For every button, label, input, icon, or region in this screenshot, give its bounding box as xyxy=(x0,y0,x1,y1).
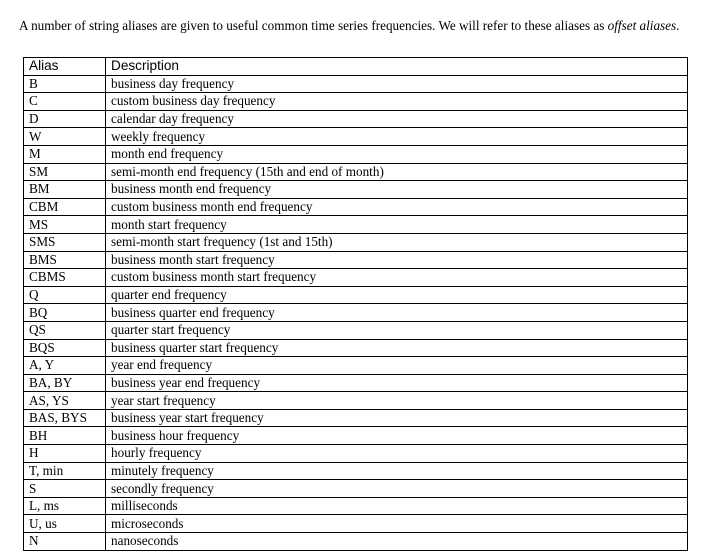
table-row: Wweekly frequency xyxy=(23,127,688,146)
table-row: Dcalendar day frequency xyxy=(23,109,688,129)
alias-cell: AS, YS xyxy=(23,391,106,410)
description-cell: business quarter start frequency xyxy=(105,338,688,358)
table-row: T, min minutely frequency xyxy=(23,461,688,481)
table-row: BAS, BYS business year start frequency xyxy=(23,408,688,428)
alias-cell: CBM xyxy=(23,197,106,217)
table-row: Qquarter end frequency xyxy=(23,285,688,305)
alias-cell: S xyxy=(23,479,106,498)
table-row: Ccustom business day frequency xyxy=(23,92,688,111)
table-row: CBM custom business month end frequency xyxy=(23,197,688,217)
intro-text-end: . xyxy=(676,18,680,34)
table-row: BH business hour frequency xyxy=(23,426,688,446)
description-cell: business month start frequency xyxy=(105,250,688,270)
alias-cell: N xyxy=(23,532,106,551)
description-cell: year start frequency xyxy=(105,391,688,410)
table-header-row: Alias Description xyxy=(23,57,688,76)
alias-cell: T, min xyxy=(23,461,106,481)
alias-cell: BQS xyxy=(23,338,106,358)
description-cell: semi-month start frequency (1st and 15th… xyxy=(105,232,688,252)
table-row: BQ business quarter end frequency xyxy=(23,303,688,322)
table-row: U, us microseconds xyxy=(23,514,688,534)
alias-cell: BAS, BYS xyxy=(23,408,106,428)
table-row: SMS semi-month start frequency (1st and 1… xyxy=(23,232,688,252)
table-row: CBMS custom business month start frequenc… xyxy=(23,268,688,287)
alias-cell: SMS xyxy=(23,232,106,252)
table-row: L, ms milliseconds xyxy=(23,496,688,516)
description-cell: quarter end frequency xyxy=(105,285,688,305)
description-cell: weekly frequency xyxy=(105,127,688,146)
table-row: AS, YS year start frequency xyxy=(23,391,688,410)
description-cell: business year start frequency xyxy=(105,408,688,428)
alias-cell: A, Y xyxy=(23,356,106,375)
table-row: Ssecondly frequency xyxy=(23,479,688,498)
intro-emphasis: offset aliases xyxy=(607,18,677,34)
alias-cell: Q xyxy=(23,285,106,305)
table-row: BM business month end frequency xyxy=(23,180,688,199)
alias-column-header: Alias xyxy=(23,57,106,76)
alias-cell: MS xyxy=(23,215,106,234)
description-cell: month start frequency xyxy=(105,215,688,234)
alias-cell: W xyxy=(23,127,106,146)
description-cell: business quarter end frequency xyxy=(105,303,688,322)
alias-cell: B xyxy=(23,74,106,94)
description-cell: semi-month end frequency (15th and end o… xyxy=(105,162,688,182)
alias-cell: BMS xyxy=(23,250,106,270)
description-cell: custom business day frequency xyxy=(105,92,688,111)
description-cell: custom business month start frequency xyxy=(105,268,688,287)
description-cell: microseconds xyxy=(105,514,688,534)
offset-aliases-table: Alias Description Bbusiness day frequenc… xyxy=(23,57,688,551)
table-row: Nnanoseconds xyxy=(23,532,688,551)
alias-cell: D xyxy=(23,109,106,129)
description-cell: business day frequency xyxy=(105,74,688,94)
alias-cell: SM xyxy=(23,162,106,182)
alias-cell: BH xyxy=(23,426,106,446)
table-row: A, Yyear end frequency xyxy=(23,356,688,375)
description-cell: nanoseconds xyxy=(105,532,688,551)
description-cell: year end frequency xyxy=(105,356,688,375)
alias-cell: H xyxy=(23,444,106,463)
description-cell: quarter start frequency xyxy=(105,320,688,340)
table-body: Bbusiness day frequency Ccustom business … xyxy=(23,74,688,551)
table-row: BMS business month start frequency xyxy=(23,250,688,270)
alias-cell: L, ms xyxy=(23,496,106,516)
alias-cell: CBMS xyxy=(23,268,106,287)
description-cell: secondly frequency xyxy=(105,479,688,498)
intro-text: A number of string aliases are given to … xyxy=(19,18,608,34)
table-row: MS month start frequency xyxy=(23,215,688,234)
alias-cell: QS xyxy=(23,320,106,340)
description-cell: month end frequency xyxy=(105,144,688,164)
table-row: BA, BY business year end frequency xyxy=(23,373,688,393)
description-cell: calendar day frequency xyxy=(105,109,688,129)
description-cell: milliseconds xyxy=(105,496,688,516)
alias-cell: BQ xyxy=(23,303,106,322)
table-row: BQS business quarter start frequency xyxy=(23,338,688,358)
table-row: QS quarter start frequency xyxy=(23,320,688,340)
alias-cell: C xyxy=(23,92,106,111)
table-row: SM semi-month end frequency (15th and end… xyxy=(23,162,688,182)
table-row: Bbusiness day frequency xyxy=(23,74,688,94)
description-cell: business month end frequency xyxy=(105,180,688,199)
intro-paragraph: A number of string aliases are given to … xyxy=(19,17,691,34)
description-cell: business year end frequency xyxy=(105,373,688,393)
alias-cell: M xyxy=(23,144,106,164)
description-cell: hourly frequency xyxy=(105,444,688,463)
description-cell: business hour frequency xyxy=(105,426,688,446)
description-column-header: Description xyxy=(105,57,688,76)
table-row: Mmonth end frequency xyxy=(23,144,688,164)
table-row: Hhourly frequency xyxy=(23,444,688,463)
description-cell: custom business month end frequency xyxy=(105,197,688,217)
alias-cell: U, us xyxy=(23,514,106,534)
alias-cell: BA, BY xyxy=(23,373,106,393)
description-cell: minutely frequency xyxy=(105,461,688,481)
alias-cell: BM xyxy=(23,180,106,199)
